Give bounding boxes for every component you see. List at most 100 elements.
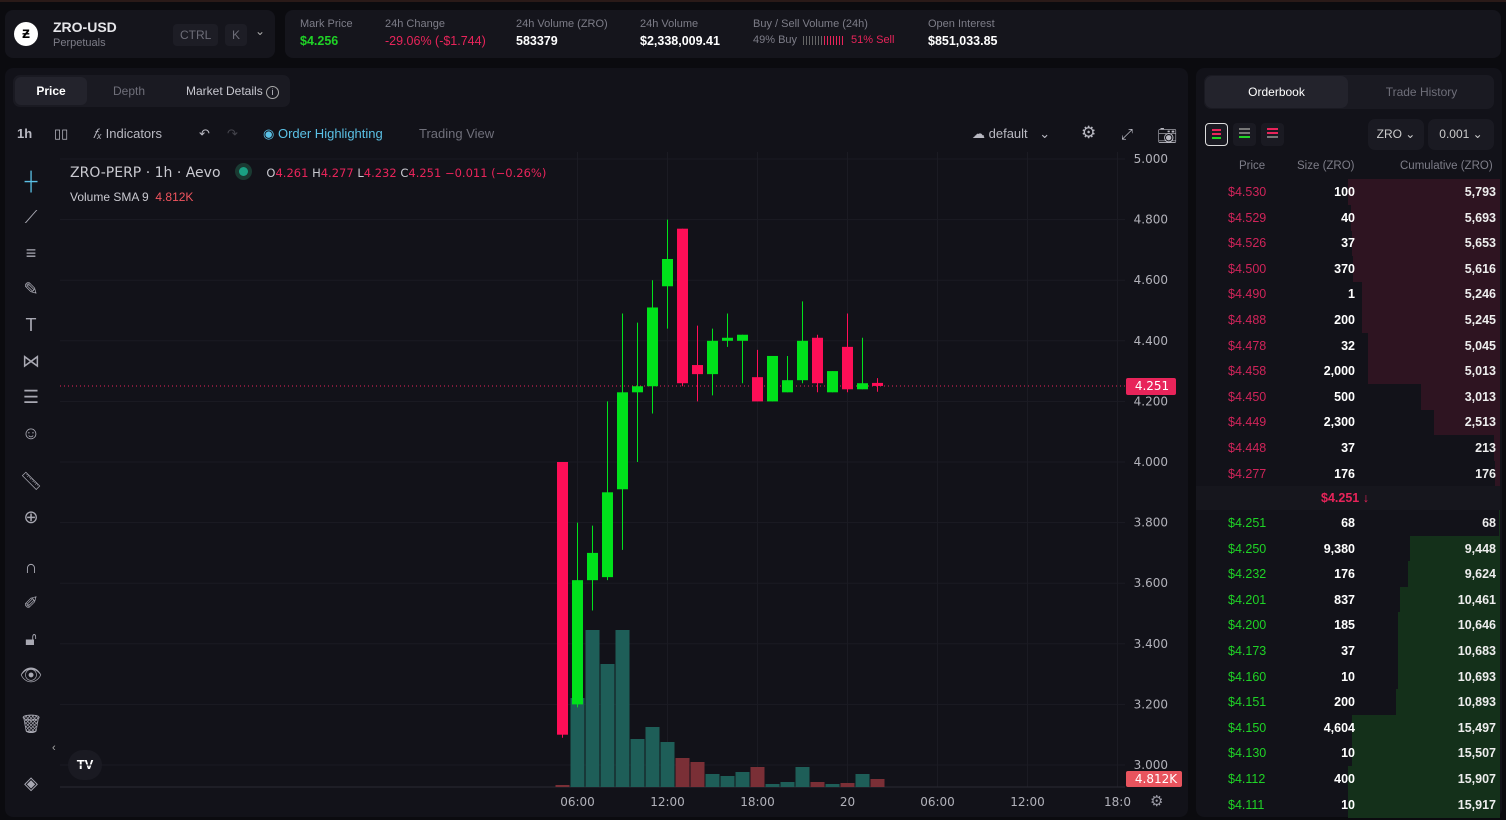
order-price: $4.526 xyxy=(1228,236,1267,251)
ask-row[interactable]: $4.490 1 5,246 xyxy=(1196,281,1502,308)
ask-row[interactable]: $4.529 40 5,693 xyxy=(1196,204,1502,231)
order-size: 176 xyxy=(1334,567,1355,582)
order-cumulative: 15,507 xyxy=(1457,746,1496,761)
price-tick-label: 4.600 xyxy=(1134,273,1168,287)
bid-row[interactable]: $4.250 9,380 9,448 xyxy=(1196,535,1502,562)
bid-row[interactable]: $4.111 10 15,917 xyxy=(1196,791,1502,818)
bid-row[interactable]: $4.130 10 15,507 xyxy=(1196,740,1502,767)
ask-row[interactable]: $4.478 32 5,045 xyxy=(1196,332,1502,359)
order-cumulative: 9,448 xyxy=(1464,541,1496,556)
time-tick-label: 06:00 xyxy=(920,795,955,809)
volume-bar xyxy=(675,758,690,787)
candle-body xyxy=(797,340,808,381)
volume-bar xyxy=(855,774,870,787)
bid-row[interactable]: $4.150 4,604 15,497 xyxy=(1196,714,1502,741)
tick-size-selector[interactable]: 0.001 ⌄ xyxy=(1428,119,1494,150)
order-size: 10 xyxy=(1341,669,1355,684)
bid-row[interactable]: $4.201 837 10,461 xyxy=(1196,586,1502,613)
order-size: 2,300 xyxy=(1323,415,1355,430)
order-size: 32 xyxy=(1341,338,1355,353)
order-cumulative: 10,646 xyxy=(1457,618,1496,633)
tab-trade-history[interactable]: Trade History xyxy=(1350,76,1493,108)
ask-row[interactable]: $4.526 37 5,653 xyxy=(1196,230,1502,257)
candle-body xyxy=(677,228,688,384)
price-tick-label: 4.400 xyxy=(1134,334,1168,348)
last-price-tag-label: 4.251 xyxy=(1135,379,1169,393)
bid-row[interactable]: $4.232 176 9,624 xyxy=(1196,561,1502,588)
time-axis-settings-icon[interactable]: ⚙ xyxy=(1150,792,1163,810)
volume-bar xyxy=(555,785,570,787)
candle-body xyxy=(752,377,763,402)
time-tick-label: 18:00 xyxy=(740,795,775,809)
volume-bar xyxy=(780,782,795,787)
order-cumulative: 68 xyxy=(1482,516,1496,530)
tab-orderbook[interactable]: Orderbook xyxy=(1205,76,1348,108)
bid-row[interactable]: $4.173 37 10,683 xyxy=(1196,638,1502,664)
order-price: $4.458 xyxy=(1228,364,1267,379)
price-chart[interactable]: 5.000 4.800 4.600 4.400 4.200 4.000 3.800 3.600… xyxy=(0,2,1190,820)
order-size: 37 xyxy=(1341,441,1355,455)
order-size: 40 xyxy=(1341,210,1355,225)
order-size: 100 xyxy=(1334,185,1355,199)
order-cumulative: 5,616 xyxy=(1464,261,1496,276)
order-size: 185 xyxy=(1334,618,1355,633)
bid-row[interactable]: $4.200 185 10,646 xyxy=(1196,612,1502,639)
ask-row[interactable]: $4.488 200 5,245 xyxy=(1196,307,1502,333)
volume-bar xyxy=(765,784,780,787)
order-size: 1 xyxy=(1348,287,1355,302)
unit-selector[interactable]: ZRO ⌄ xyxy=(1368,119,1424,150)
volume-bar xyxy=(825,784,840,787)
ask-row[interactable]: $4.450 500 3,013 xyxy=(1196,383,1502,410)
order-size: 4,604 xyxy=(1323,720,1355,735)
candle-body xyxy=(647,307,658,387)
candle-body xyxy=(722,337,733,341)
order-price: $4.111 xyxy=(1228,797,1265,812)
bid-row[interactable]: $4.160 10 10,693 xyxy=(1196,663,1502,690)
order-price: $4.200 xyxy=(1228,618,1267,633)
depth-bar xyxy=(1499,510,1500,536)
ask-row[interactable]: $4.448 37 213 xyxy=(1196,435,1502,461)
view-both-sides-button[interactable] xyxy=(1205,123,1228,146)
time-tick-label: 06:00 xyxy=(560,795,595,809)
bid-row[interactable]: $4.151 200 10,893 xyxy=(1196,689,1502,716)
volume-bar xyxy=(750,767,765,787)
order-price: $4.160 xyxy=(1228,669,1267,684)
order-size: 68 xyxy=(1341,516,1355,530)
order-cumulative: 213 xyxy=(1475,441,1496,455)
order-size: 10 xyxy=(1341,797,1355,812)
view-asks-button[interactable] xyxy=(1261,123,1284,146)
bid-row[interactable]: $4.112 400 15,907 xyxy=(1196,766,1502,792)
candle-body xyxy=(602,492,613,578)
order-size: 10 xyxy=(1341,746,1355,761)
order-size: 2,000 xyxy=(1323,364,1355,379)
order-size: 37 xyxy=(1341,236,1355,251)
order-price: $4.201 xyxy=(1228,592,1267,607)
ask-row[interactable]: $4.449 2,300 2,513 xyxy=(1196,409,1502,436)
order-price: $4.448 xyxy=(1228,441,1267,455)
time-tick-label: 12:00 xyxy=(650,795,685,809)
ask-row[interactable]: $4.530 100 5,793 xyxy=(1196,179,1502,205)
order-cumulative: 15,917 xyxy=(1457,797,1496,812)
volume-bar xyxy=(585,630,600,787)
bid-row[interactable]: $4.251 68 68 xyxy=(1196,510,1502,536)
price-tick-label: 3.200 xyxy=(1134,697,1168,711)
order-cumulative: 10,683 xyxy=(1457,644,1496,658)
depth-bar xyxy=(1495,460,1500,487)
ask-row[interactable]: $4.500 370 5,616 xyxy=(1196,255,1502,282)
view-bids-button[interactable] xyxy=(1233,123,1256,146)
order-price: $4.130 xyxy=(1228,746,1267,761)
order-cumulative: 5,653 xyxy=(1464,236,1496,251)
volume-bar xyxy=(645,727,660,787)
header-cumulative: Cumulative (ZRO) xyxy=(1400,160,1493,172)
price-tick-label: 4.800 xyxy=(1134,213,1168,227)
order-cumulative: 15,907 xyxy=(1457,772,1496,786)
order-price: $4.478 xyxy=(1228,338,1267,353)
volume-bar xyxy=(600,664,615,787)
order-cumulative: 15,497 xyxy=(1457,720,1496,735)
volume-bar xyxy=(840,783,855,787)
order-price: $4.250 xyxy=(1228,541,1267,556)
order-price: $4.490 xyxy=(1228,287,1267,302)
order-cumulative: 10,693 xyxy=(1457,669,1496,684)
ask-row[interactable]: $4.458 2,000 5,013 xyxy=(1196,358,1502,385)
ask-row[interactable]: $4.277 176 176 xyxy=(1196,460,1502,487)
